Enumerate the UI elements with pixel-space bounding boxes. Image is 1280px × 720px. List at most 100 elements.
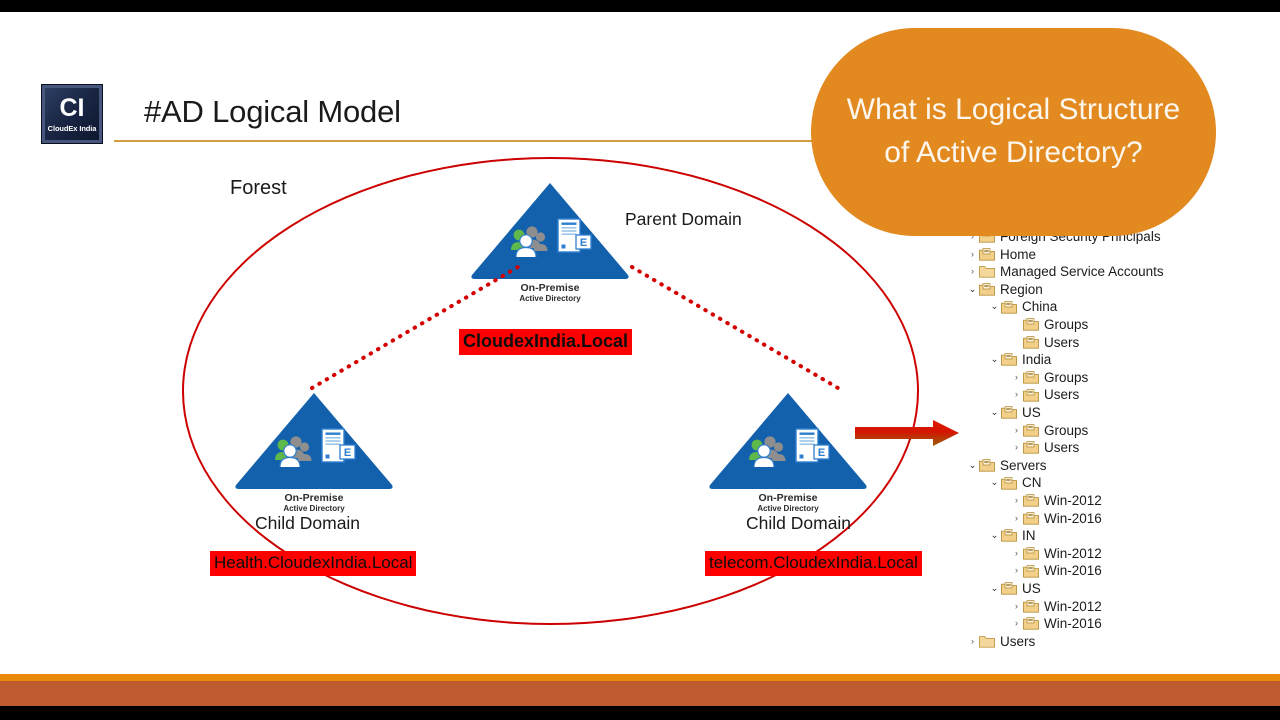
plain-folder-icon xyxy=(979,265,995,279)
chevron-right-icon[interactable]: › xyxy=(1010,426,1023,436)
ou-folder-icon xyxy=(1001,353,1017,367)
logo-initials: CI xyxy=(59,93,85,122)
tree-item-win-2012[interactable]: › Win-2012 xyxy=(966,545,1276,563)
tree-item-servers[interactable]: ⌄ Servers xyxy=(966,457,1276,475)
tree-item-groups[interactable]: Groups xyxy=(966,316,1276,334)
tree-item-us[interactable]: ⌄ US xyxy=(966,580,1276,598)
ou-folder-icon xyxy=(979,248,995,261)
ou-folder-icon xyxy=(1023,441,1039,455)
chevron-down-icon[interactable]: ⌄ xyxy=(988,355,1001,365)
tree-item-china[interactable]: ⌄ China xyxy=(966,298,1276,316)
server-icon: E xyxy=(795,428,830,463)
tree-item-groups[interactable]: › Groups xyxy=(966,422,1276,440)
tree-item-managed-service-accounts[interactable]: › Managed Service Accounts xyxy=(966,263,1276,281)
child-left-domain-fqdn: Health.CloudexIndia.Local xyxy=(210,551,417,576)
tree-item-win-2012[interactable]: › Win-2012 xyxy=(966,597,1276,615)
child-right-domain-fqdn: telecom.CloudexIndia.Local xyxy=(705,551,922,576)
tree-item-label: Users xyxy=(1044,334,1080,350)
tree-item-win-2016[interactable]: › Win-2016 xyxy=(966,615,1276,633)
tree-item-label: Win-2016 xyxy=(1044,616,1102,632)
domain-triangle: E xyxy=(706,390,870,492)
ou-folder-icon xyxy=(1023,371,1039,384)
parent-domain-label: Parent Domain xyxy=(625,209,742,229)
users-group-icon xyxy=(511,226,548,258)
users-group-icon xyxy=(749,436,786,468)
slide-canvas: CI CloudEx India #AD Logical Model Fores… xyxy=(0,0,1280,720)
chevron-right-icon[interactable]: › xyxy=(1010,390,1023,400)
ou-folder-icon xyxy=(1001,300,1017,314)
tree-item-label: Win-2016 xyxy=(1044,563,1102,579)
tree-item-label: Groups xyxy=(1044,317,1089,333)
server-icon: E xyxy=(557,218,592,253)
tree-item-users[interactable]: Users xyxy=(966,334,1276,352)
ou-folder-icon xyxy=(1023,547,1039,560)
tree-item-users[interactable]: › Users xyxy=(966,633,1276,651)
chevron-down-icon[interactable]: ⌄ xyxy=(988,408,1001,418)
tree-item-win-2016[interactable]: › Win-2016 xyxy=(966,510,1276,528)
chevron-down-icon[interactable]: ⌄ xyxy=(988,478,1001,488)
tree-item-label: Home xyxy=(1000,246,1037,262)
tree-item-win-2012[interactable]: › Win-2012 xyxy=(966,492,1276,510)
tree-item-home[interactable]: › Home xyxy=(966,246,1276,264)
chevron-down-icon[interactable]: ⌄ xyxy=(988,584,1001,594)
footer-accent-strip xyxy=(0,674,1280,681)
chevron-right-icon[interactable]: › xyxy=(966,637,979,647)
ou-folder-icon xyxy=(1023,388,1039,402)
question-callout-text: What is Logical Structure of Active Dire… xyxy=(846,93,1181,169)
child-left-domain-label: Child Domain xyxy=(255,513,361,533)
tree-item-label: Win-2012 xyxy=(1044,545,1102,561)
chevron-right-icon[interactable]: › xyxy=(1010,602,1023,612)
ou-folder-icon xyxy=(1001,529,1017,543)
tree-item-label: CN xyxy=(1022,475,1042,491)
tree-item-label: Region xyxy=(1000,281,1043,297)
domain-child-left: E On-Premise Active Directory xyxy=(232,390,396,514)
tree-item-groups[interactable]: › Groups xyxy=(966,369,1276,387)
chevron-down-icon[interactable]: ⌄ xyxy=(988,531,1001,541)
chevron-right-icon[interactable]: › xyxy=(966,250,979,260)
tree-item-label: Servers xyxy=(1000,457,1047,473)
question-callout: What is Logical Structure of Active Dire… xyxy=(811,28,1216,236)
tree-item-label: US xyxy=(1022,404,1041,420)
ou-folder-icon xyxy=(1023,599,1039,613)
chevron-right-icon[interactable]: › xyxy=(1010,496,1023,506)
active-directory-tree[interactable]: › Foreign Security Principals › Home › Man… xyxy=(966,228,1276,650)
ou-folder-icon xyxy=(1001,582,1017,595)
tree-item-india[interactable]: ⌄ India xyxy=(966,351,1276,369)
chevron-right-icon[interactable]: › xyxy=(1010,514,1023,524)
chevron-right-icon[interactable]: › xyxy=(1010,549,1023,559)
ou-folder-icon xyxy=(979,459,995,472)
domain-icons: E xyxy=(272,428,358,468)
domain-icons: E xyxy=(508,218,594,258)
tree-item-us[interactable]: ⌄ US xyxy=(966,404,1276,422)
page-title: #AD Logical Model xyxy=(144,94,401,129)
tree-item-users[interactable]: › Users xyxy=(966,386,1276,404)
chevron-down-icon[interactable]: ⌄ xyxy=(988,302,1001,312)
tree-item-users[interactable]: › Users xyxy=(966,439,1276,457)
tree-item-label: China xyxy=(1022,299,1058,315)
tree-item-region[interactable]: ⌄ Region xyxy=(966,281,1276,299)
ou-folder-icon xyxy=(1001,476,1017,490)
logo-name: CloudEx India xyxy=(47,123,97,133)
chevron-right-icon[interactable]: › xyxy=(966,267,979,277)
cloudex-india-logo: CI CloudEx India xyxy=(42,85,102,143)
chevron-right-icon[interactable]: › xyxy=(1010,443,1023,453)
tree-item-in[interactable]: ⌄ IN xyxy=(966,527,1276,545)
ou-folder-icon xyxy=(1023,511,1039,525)
chevron-right-icon[interactable]: › xyxy=(1010,566,1023,576)
tree-item-label: IN xyxy=(1022,528,1036,544)
svg-text:E: E xyxy=(580,237,587,249)
tree-item-label: Users xyxy=(1000,633,1036,649)
chevron-right-icon[interactable]: › xyxy=(1010,619,1023,629)
chevron-down-icon[interactable]: ⌄ xyxy=(966,285,979,295)
chevron-down-icon[interactable]: ⌄ xyxy=(966,461,979,471)
chevron-right-icon[interactable]: › xyxy=(1010,373,1023,383)
tree-item-win-2016[interactable]: › Win-2016 xyxy=(966,562,1276,580)
tree-item-label: Groups xyxy=(1044,422,1089,438)
domain-caption-primary: On-Premise xyxy=(758,492,818,504)
domain-caption-primary: On-Premise xyxy=(284,492,344,504)
users-group-icon xyxy=(275,436,312,468)
letterbox-top xyxy=(0,0,1280,12)
tree-item-cn[interactable]: ⌄ CN xyxy=(966,474,1276,492)
domain-triangle: E xyxy=(232,390,396,492)
ou-folder-icon xyxy=(1023,424,1039,437)
